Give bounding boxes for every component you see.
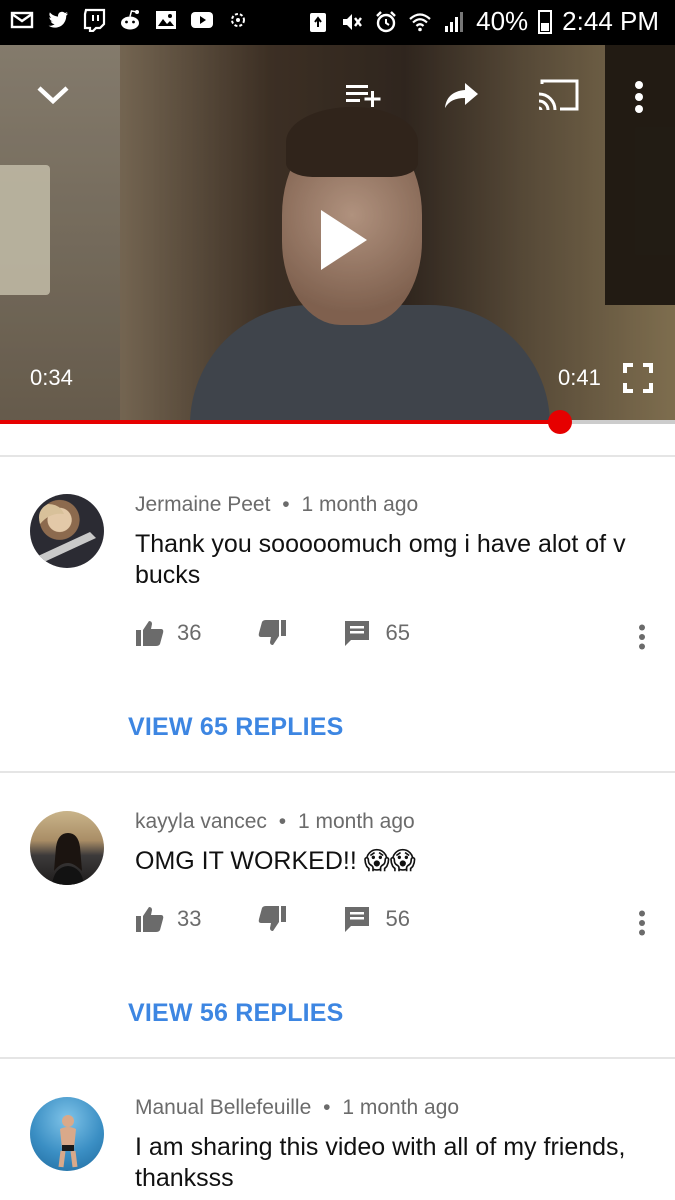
comment-item: kayyla vancec • 1 month ago OMG IT WORKE… bbox=[0, 773, 675, 1058]
comment-age: 1 month ago bbox=[301, 493, 419, 516]
recycle-icon bbox=[310, 12, 327, 32]
system-icons: 40% 2:44 PM bbox=[306, 6, 659, 37]
more-vert-icon bbox=[635, 81, 643, 113]
more-options-button[interactable] bbox=[624, 75, 654, 119]
alarm-icon bbox=[376, 10, 396, 32]
comment-age: 1 month ago bbox=[297, 810, 415, 833]
signal-icon bbox=[445, 11, 464, 32]
gallery-icon bbox=[156, 11, 176, 29]
reply-comment-icon bbox=[345, 621, 370, 646]
more-vert-icon bbox=[639, 624, 645, 650]
reply-count: 56 bbox=[385, 906, 410, 931]
comment-age: 1 month ago bbox=[342, 1096, 460, 1119]
view-replies-link[interactable]: VIEW 65 REPLIES bbox=[128, 713, 344, 742]
add-to-playlist-button[interactable] bbox=[340, 75, 388, 115]
fullscreen-icon bbox=[623, 363, 653, 393]
more-vert-icon bbox=[639, 910, 645, 936]
avatar[interactable] bbox=[30, 811, 104, 885]
person-photo-icon bbox=[52, 833, 84, 885]
thumbs-down-icon bbox=[259, 620, 287, 645]
comment-item: Jermaine Peet • 1 month ago Thank you so… bbox=[0, 457, 675, 772]
video-player[interactable]: 0:34 0:41 bbox=[0, 45, 675, 423]
comment-actions: 33 56 bbox=[135, 905, 410, 933]
comment-author[interactable]: Jermaine Peet bbox=[135, 493, 270, 516]
share-button[interactable] bbox=[440, 75, 484, 115]
share-icon bbox=[445, 83, 478, 108]
playlist-add-icon bbox=[346, 85, 381, 107]
meta-separator: • bbox=[323, 1096, 331, 1119]
view-replies-link[interactable]: VIEW 56 REPLIES bbox=[128, 999, 344, 1028]
total-time: 0:41 bbox=[558, 365, 601, 390]
mail-icon bbox=[10, 11, 34, 29]
thumbs-up-icon bbox=[136, 907, 164, 932]
cast-button[interactable] bbox=[534, 75, 582, 115]
comment-text: Thank you sooooomuch omg i have alot of … bbox=[135, 530, 626, 589]
like-button[interactable]: 33 bbox=[135, 905, 201, 933]
comment-actions: 36 65 bbox=[135, 619, 410, 647]
like-count: 33 bbox=[177, 906, 202, 931]
minimize-button[interactable] bbox=[30, 75, 76, 115]
battery-percent: 40% bbox=[476, 6, 529, 36]
thumbs-up-icon bbox=[136, 621, 164, 646]
comment-meta: Manual Bellefeuille • 1 month ago bbox=[135, 1096, 459, 1120]
twitch-icon bbox=[83, 8, 106, 32]
reply-comment-icon bbox=[345, 907, 370, 932]
play-icon bbox=[321, 210, 367, 270]
avatar[interactable] bbox=[30, 1097, 104, 1171]
reply-button[interactable]: 56 bbox=[343, 905, 410, 933]
dislike-button[interactable] bbox=[257, 619, 287, 647]
progress-scrubber-handle[interactable] bbox=[548, 410, 573, 434]
guitar-photo-icon bbox=[38, 504, 96, 562]
battery-icon bbox=[538, 9, 553, 34]
dislike-button[interactable] bbox=[257, 905, 287, 933]
meta-separator: • bbox=[278, 810, 287, 833]
comment-author[interactable]: kayyla vancec bbox=[135, 810, 267, 833]
play-button[interactable] bbox=[306, 200, 380, 280]
comment-text: I am sharing this video with all of my f… bbox=[135, 1133, 626, 1192]
comment-menu-button[interactable] bbox=[637, 910, 647, 936]
fullscreen-button[interactable] bbox=[618, 358, 658, 398]
person-photo-icon bbox=[58, 1115, 78, 1168]
mute-icon bbox=[343, 13, 363, 30]
comment-meta: kayyla vancec • 1 month ago bbox=[135, 810, 415, 834]
video-progress-bar[interactable] bbox=[0, 410, 675, 434]
reply-button[interactable]: 65 bbox=[343, 619, 410, 647]
comment-text: OMG IT WORKED!! 😱😱 bbox=[135, 847, 416, 875]
cast-icon bbox=[538, 79, 579, 111]
like-count: 36 bbox=[177, 620, 202, 645]
twitter-icon bbox=[48, 11, 68, 28]
comment-author[interactable]: Manual Bellefeuille bbox=[135, 1096, 311, 1119]
wifi-icon bbox=[409, 12, 431, 31]
comment-item: Manual Bellefeuille • 1 month ago I am s… bbox=[0, 1059, 675, 1200]
youtube-icon bbox=[191, 12, 213, 28]
progress-played bbox=[0, 420, 561, 424]
current-time: 0:34 bbox=[30, 365, 73, 390]
reddit-icon bbox=[121, 10, 139, 30]
comment-meta: Jermaine Peet • 1 month ago bbox=[135, 493, 418, 517]
status-bar: 40% 2:44 PM bbox=[0, 0, 675, 45]
thumbs-down-icon bbox=[259, 906, 287, 931]
chevron-down-icon bbox=[37, 86, 69, 105]
comment-menu-button[interactable] bbox=[637, 624, 647, 650]
reply-count: 65 bbox=[385, 620, 410, 645]
sync-icon bbox=[231, 13, 245, 27]
like-button[interactable]: 36 bbox=[135, 619, 201, 647]
clock: 2:44 PM bbox=[562, 6, 659, 36]
avatar[interactable] bbox=[30, 494, 104, 568]
meta-separator: • bbox=[282, 493, 290, 516]
notification-icons bbox=[10, 8, 250, 32]
